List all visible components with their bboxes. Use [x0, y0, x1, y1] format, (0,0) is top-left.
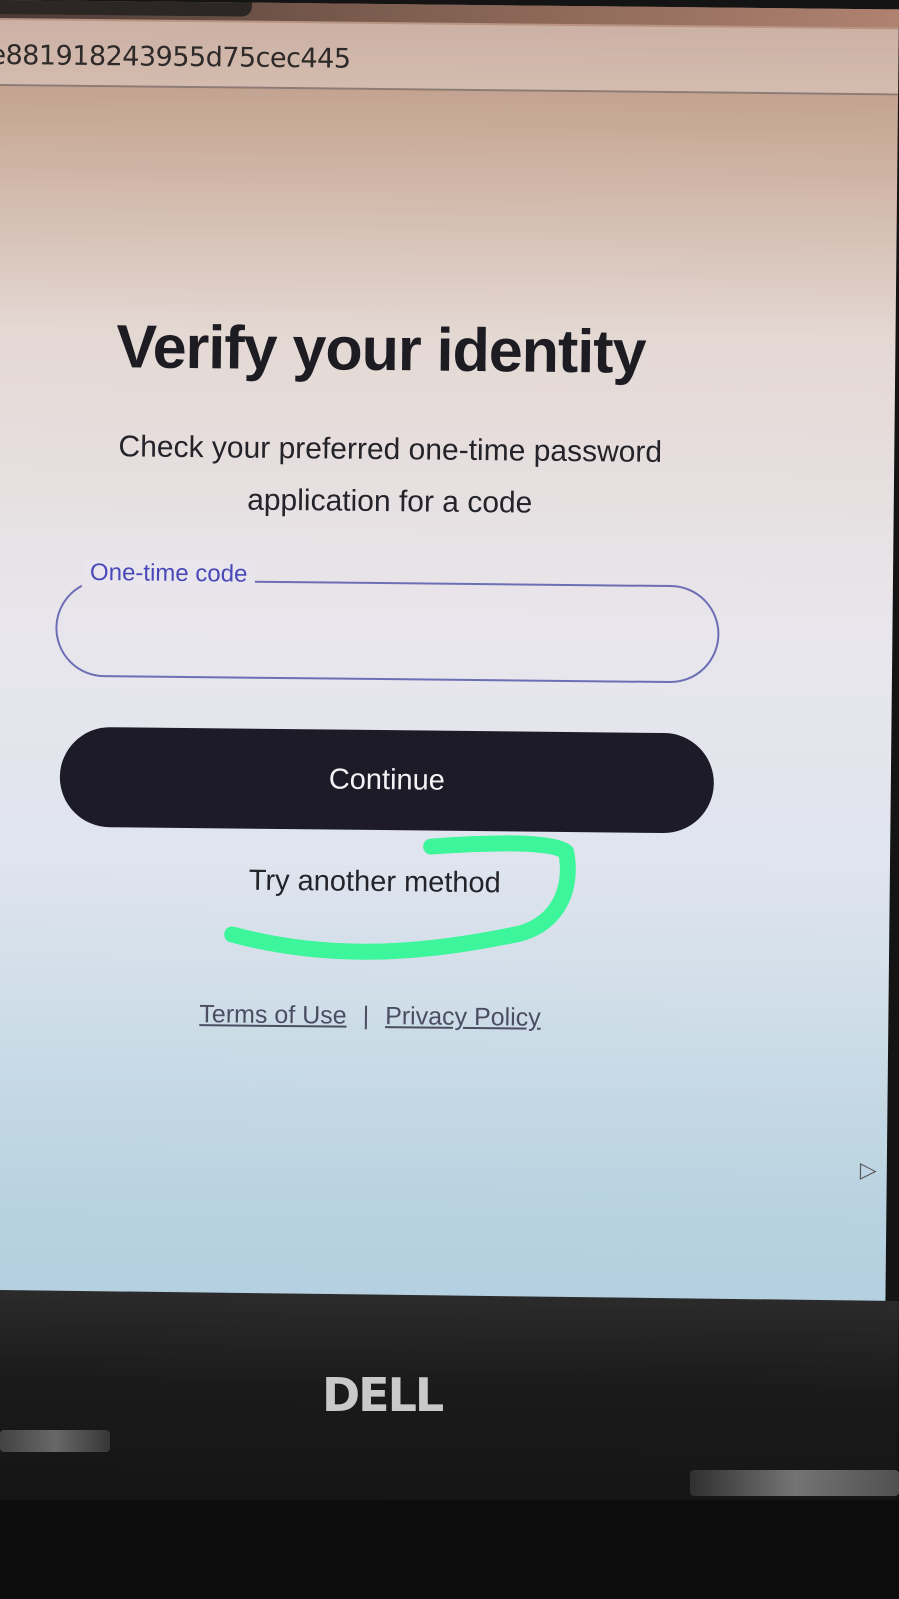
privacy-policy-link[interactable]: Privacy Policy	[385, 1002, 541, 1032]
laptop-hinge-right	[690, 1470, 899, 1496]
browser-viewport: e881918243955d75cec445 Verify your ident…	[0, 0, 899, 1350]
page-title: Verify your identity	[116, 312, 646, 386]
mouse-cursor-icon: ▷	[859, 1157, 877, 1183]
try-another-method-link[interactable]: Try another method	[249, 865, 501, 901]
dell-logo: DELL	[322, 1368, 444, 1422]
continue-button[interactable]: Continue	[59, 726, 715, 834]
terms-of-use-link[interactable]: Terms of Use	[199, 1000, 347, 1030]
verify-identity-panel: Verify your identity Check your preferre…	[0, 0, 899, 1309]
one-time-code-label: One-time code	[81, 558, 256, 589]
instructions-text: Check your preferred one-time password a…	[118, 430, 663, 520]
photo-of-laptop-screen: e881918243955d75cec445 Verify your ident…	[0, 0, 899, 1599]
footer-links: Terms of Use | Privacy Policy	[199, 1000, 541, 1033]
laptop-hinge-left	[0, 1430, 110, 1452]
one-time-code-input[interactable]	[87, 600, 692, 666]
laptop-base	[0, 1500, 899, 1599]
green-highlight-scribble	[224, 835, 576, 960]
footer-separator: |	[362, 1001, 370, 1030]
one-time-code-field[interactable]: One-time code	[54, 558, 720, 684]
